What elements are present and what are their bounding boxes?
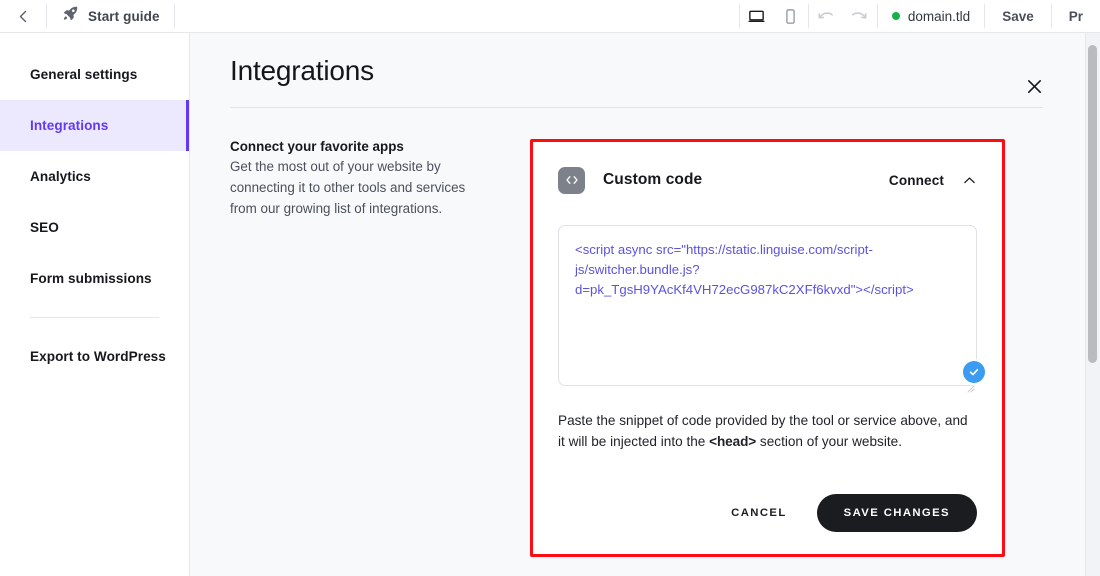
status-dot-icon bbox=[891, 12, 900, 20]
sidebar-item-export-to-wordpress[interactable]: Export to WordPress bbox=[0, 331, 189, 382]
sidebar-item-analytics[interactable]: Analytics bbox=[0, 151, 189, 202]
integrations-intro: Connect your favorite apps Get the most … bbox=[230, 139, 530, 557]
card-actions: CANCEL SAVE CHANGES bbox=[558, 494, 977, 554]
sidebar-item-label: General settings bbox=[30, 67, 138, 82]
sidebar-item-label: Form submissions bbox=[30, 271, 152, 286]
custom-code-card: Custom code Connect <script async src="h… bbox=[533, 142, 1002, 554]
mobile-icon bbox=[786, 8, 796, 24]
sidebar-item-label: Integrations bbox=[30, 118, 109, 133]
toolbar-right-group: domain.tld Save Pr bbox=[738, 0, 1100, 32]
card-title: Custom code bbox=[603, 171, 703, 188]
panel-header: Integrations bbox=[190, 33, 1085, 108]
highlight-annotation: Custom code Connect <script async src="h… bbox=[530, 139, 1005, 557]
domain-status[interactable]: domain.tld bbox=[878, 0, 984, 32]
sidebar-item-label: SEO bbox=[30, 220, 59, 235]
sidebar-item-label: Analytics bbox=[30, 169, 91, 184]
helper-text: Paste the snippet of code provided by th… bbox=[558, 410, 977, 453]
helper-head-tag: <head> bbox=[709, 434, 757, 450]
back-button[interactable] bbox=[0, 0, 46, 32]
sidebar-item-form-submissions[interactable]: Form submissions bbox=[0, 253, 189, 304]
mobile-view-button[interactable] bbox=[774, 0, 808, 32]
close-icon bbox=[1027, 79, 1041, 93]
toolbar-divider-2 bbox=[173, 4, 175, 28]
card-header: Custom code Connect bbox=[558, 160, 977, 200]
start-guide-button[interactable]: Start guide bbox=[47, 0, 174, 32]
rocket-icon bbox=[62, 5, 79, 27]
sidebar-item-integrations[interactable]: Integrations bbox=[0, 100, 189, 151]
settings-sidebar: General settings Integrations Analytics … bbox=[0, 33, 190, 576]
sidebar-item-seo[interactable]: SEO bbox=[0, 202, 189, 253]
intro-body: Get the most out of your website by conn… bbox=[230, 159, 466, 216]
sidebar-item-label: Export to WordPress bbox=[30, 349, 166, 364]
header-divider bbox=[230, 107, 1043, 108]
page-title: Integrations bbox=[230, 55, 374, 86]
code-input-wrap bbox=[558, 225, 985, 393]
intro-heading: Connect your favorite apps bbox=[230, 139, 404, 154]
top-toolbar: Start guide domain.tld Save Pr bbox=[0, 0, 1100, 33]
scrollbar-thumb[interactable] bbox=[1088, 45, 1097, 363]
save-button[interactable]: Save bbox=[985, 0, 1051, 32]
desktop-view-button[interactable] bbox=[740, 0, 774, 32]
close-button[interactable] bbox=[1021, 73, 1047, 99]
redo-button[interactable] bbox=[843, 0, 877, 32]
publish-button[interactable]: Pr bbox=[1052, 0, 1100, 32]
cancel-button[interactable]: CANCEL bbox=[715, 497, 802, 529]
right-edge-panel bbox=[1085, 33, 1100, 576]
undo-icon bbox=[818, 11, 834, 19]
sidebar-divider bbox=[30, 317, 159, 318]
sidebar-item-general-settings[interactable]: General settings bbox=[0, 49, 189, 100]
custom-code-textarea[interactable] bbox=[558, 225, 977, 386]
chevron-left-icon bbox=[19, 10, 26, 22]
domain-label: domain.tld bbox=[907, 8, 971, 24]
redo-icon bbox=[852, 11, 867, 19]
connect-button[interactable]: Connect bbox=[889, 173, 944, 188]
chevron-up-icon[interactable] bbox=[961, 172, 977, 188]
undo-button[interactable] bbox=[809, 0, 843, 32]
resize-handle[interactable] bbox=[965, 380, 975, 393]
save-changes-button[interactable]: SAVE CHANGES bbox=[816, 494, 977, 532]
vertical-scrollbar[interactable] bbox=[1085, 33, 1100, 576]
desktop-icon bbox=[748, 10, 765, 22]
start-guide-label: Start guide bbox=[88, 8, 160, 24]
panel-content: Connect your favorite apps Get the most … bbox=[190, 108, 1085, 557]
code-icon bbox=[558, 166, 585, 194]
helper-suffix: section of your website. bbox=[756, 434, 902, 450]
integrations-panel: Integrations Connect your favorite apps … bbox=[190, 33, 1085, 576]
